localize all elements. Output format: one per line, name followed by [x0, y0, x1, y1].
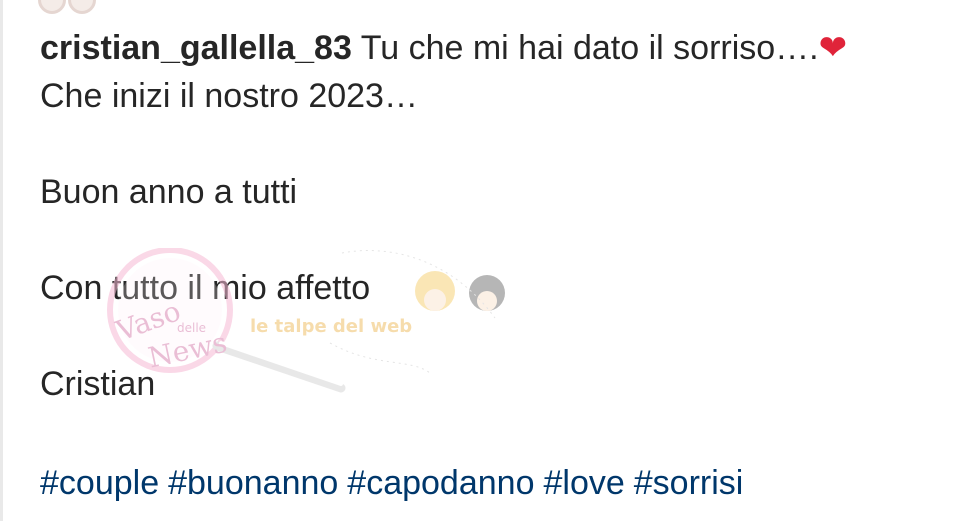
hashtag-link[interactable]: #sorrisi — [634, 464, 744, 502]
hashtag-link[interactable]: #love — [543, 464, 624, 502]
hashtag-link[interactable]: #buonanno — [168, 464, 338, 502]
avatar-fragments — [38, 0, 96, 14]
avatar[interactable] — [68, 0, 96, 14]
hashtag-list: #couple #buonanno #capodanno #love #sorrisi — [40, 459, 752, 507]
caption-line-4: Con tutto il mio affetto — [40, 269, 371, 307]
username-link[interactable]: cristian_gallella_83 — [40, 29, 352, 67]
post-caption: cristian_gallella_83 Tu che mi hai dato … — [40, 24, 940, 408]
heart-icon: ❤ — [818, 29, 848, 67]
left-border — [0, 0, 3, 521]
caption-line-1: cristian_gallella_83 Tu che mi hai dato … — [40, 24, 940, 72]
avatar[interactable] — [38, 0, 66, 14]
caption-line-3: Buon anno a tutti — [40, 173, 298, 211]
caption-line-5: Cristian — [40, 365, 156, 403]
hashtag-link[interactable]: #capodanno — [347, 464, 534, 502]
caption-text: Tu che mi hai dato il sorriso…. — [360, 29, 819, 67]
caption-line-2: Che inizi il nostro 2023… — [40, 77, 418, 115]
hashtag-link[interactable]: #couple — [40, 464, 159, 502]
top-strip — [0, 0, 956, 14]
